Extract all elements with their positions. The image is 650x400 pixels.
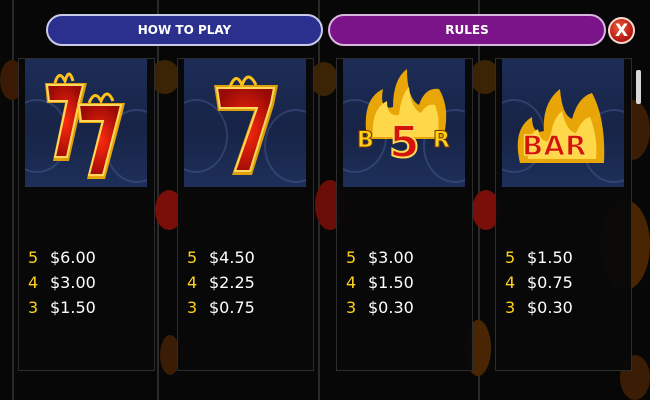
symbol-count: 4 [28, 273, 39, 292]
symbol-count: 5 [28, 248, 39, 267]
close-icon: X [614, 20, 629, 41]
svg-text:5: 5 [389, 117, 420, 168]
payout-amount: $1.50 [527, 248, 573, 267]
paytable-card-double-seven: 5 $6.00 4 $3.00 3 $1.50 [18, 58, 155, 371]
symbol-count: 4 [505, 273, 516, 292]
svg-text:R: R [433, 128, 450, 153]
tab-rules[interactable]: RULES [328, 14, 606, 46]
payout-amount: $1.50 [368, 273, 414, 292]
payout-amount: $0.75 [209, 298, 255, 317]
symbol-count: 3 [505, 298, 516, 317]
paytable-card-bar: BAR 5 $1.50 4 $0.75 3 $0.30 [495, 58, 632, 371]
double-seven-symbol [25, 59, 147, 187]
bar-symbol: BAR [502, 59, 624, 187]
single-seven-symbol [184, 59, 306, 187]
paytable-card-bar-five: B R 5 5 $3.00 4 $1.50 3 $0.30 [336, 58, 473, 371]
svg-text:B: B [357, 128, 374, 153]
close-button[interactable]: X [608, 17, 635, 44]
payout-amount: $4.50 [209, 248, 255, 267]
tab-bar: HOW TO PLAY RULES [46, 14, 606, 48]
paytable-card-single-seven: 5 $4.50 4 $2.25 3 $0.75 [177, 58, 314, 371]
payout-amount: $2.25 [209, 273, 255, 292]
symbol-count: 3 [28, 298, 39, 317]
payout-amount: $0.30 [527, 298, 573, 317]
svg-text:BAR: BAR [522, 129, 587, 162]
payout-amount: $3.00 [368, 248, 414, 267]
payout-amount: $0.30 [368, 298, 414, 317]
payout-amount: $3.00 [50, 273, 96, 292]
symbol-count: 4 [187, 273, 198, 292]
payout-amount: $0.75 [527, 273, 573, 292]
payout-amount: $6.00 [50, 248, 96, 267]
scrollbar-thumb[interactable] [636, 70, 641, 104]
symbol-count: 3 [187, 298, 198, 317]
symbol-count: 5 [346, 248, 357, 267]
symbol-count: 3 [346, 298, 357, 317]
tab-how-to-play[interactable]: HOW TO PLAY [46, 14, 323, 46]
symbol-count: 4 [346, 273, 357, 292]
symbol-count: 5 [187, 248, 198, 267]
symbol-count: 5 [505, 248, 516, 267]
payout-amount: $1.50 [50, 298, 96, 317]
bar-five-symbol: B R 5 [343, 59, 465, 187]
